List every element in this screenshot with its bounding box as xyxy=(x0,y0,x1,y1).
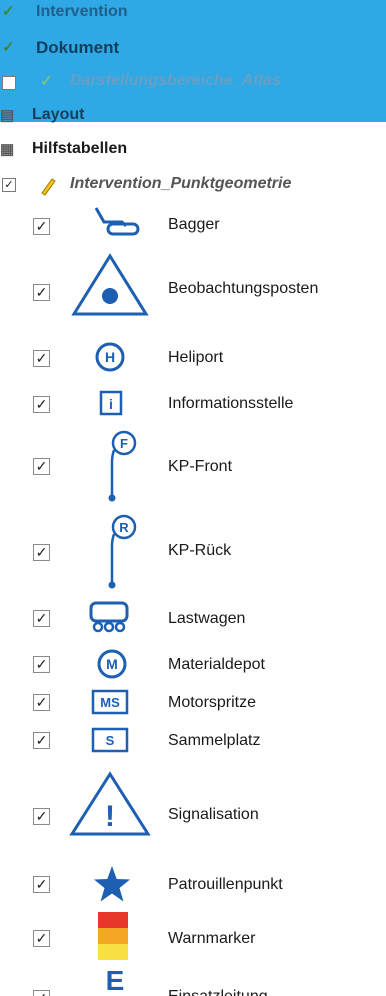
tree-item-darstellungsbereiche[interactable]: Darstellungsbereiche_Atlas xyxy=(70,72,281,90)
layer-row[interactable]: ✓ ! Signalisation xyxy=(0,768,386,840)
assembly-glyph: S xyxy=(106,733,115,748)
pump-glyph: MS xyxy=(100,695,120,710)
layer-check-icon: ✓ xyxy=(40,73,53,90)
warning-glyph: ! xyxy=(105,800,115,833)
visibility-checkbox[interactable]: ✓ xyxy=(33,694,50,711)
tree-item-label: Intervention xyxy=(36,3,128,20)
rear-glyph: R xyxy=(119,520,129,535)
table-icon: ▦ xyxy=(0,141,15,158)
layer-row[interactable]: ✓ Beobachtungsposten xyxy=(0,250,386,320)
warning-marker-icon xyxy=(98,912,128,960)
layer-row[interactable]: ✓ R KP-Rück xyxy=(0,510,386,590)
material-depot-icon: M xyxy=(97,649,127,679)
motor-pump-icon: MS xyxy=(91,689,129,715)
layer-check-icon: ✓ xyxy=(2,3,15,20)
visibility-checkbox[interactable]: ✓ xyxy=(33,656,50,673)
layer-row[interactable]: ✓ MS Motorspritze xyxy=(0,688,386,718)
visibility-checkbox[interactable]: ✓ xyxy=(33,930,50,947)
visibility-checkbox[interactable]: ✓ xyxy=(33,544,50,561)
layer-row[interactable]: ✓ S Sammelplatz xyxy=(0,726,386,756)
layer-label: Warnmarker xyxy=(168,930,256,947)
tree-item-label: Intervention_Punktgeometrie xyxy=(70,175,292,192)
visibility-checkbox[interactable] xyxy=(2,76,16,90)
tree-item-label: Layout xyxy=(32,106,85,123)
star-icon xyxy=(94,866,130,902)
heliport-glyph: H xyxy=(105,349,115,365)
warning-sign-icon: ! xyxy=(69,771,151,836)
operations-command-icon: E xyxy=(106,966,125,996)
layer-row[interactable]: ✓ i Informationsstelle xyxy=(0,384,386,420)
excavator-icon xyxy=(94,207,140,236)
information-point-icon: i xyxy=(99,390,123,416)
visibility-checkbox[interactable]: ✓ xyxy=(33,876,50,893)
observation-post-icon xyxy=(71,253,149,316)
tree-item-label: Dokument xyxy=(36,38,120,57)
heliport-icon: H xyxy=(95,342,125,372)
tree-item-dokument[interactable]: Dokument xyxy=(36,38,119,58)
layer-row[interactable]: ✓ H Heliport xyxy=(0,338,386,374)
layer-label: Signalisation xyxy=(168,806,259,823)
layer-label: Bagger xyxy=(168,216,220,233)
layer-label: Sammelplatz xyxy=(168,732,261,749)
tree-item-hilfstabellen[interactable]: Hilfstabellen xyxy=(32,140,127,158)
tree-item-label: Darstellungsbereiche_Atlas xyxy=(70,72,281,89)
assembly-point-icon: S xyxy=(91,727,129,753)
layer-label: Einsatzleitung xyxy=(168,988,268,996)
layer-label: Patrouillenpunkt xyxy=(168,876,283,893)
visibility-checkbox[interactable]: ✓ xyxy=(33,990,50,996)
visibility-checkbox[interactable]: ✓ xyxy=(33,396,50,413)
visibility-checkbox[interactable]: ✓ xyxy=(33,808,50,825)
visibility-checkbox[interactable]: ✓ xyxy=(33,284,50,301)
info-glyph: i xyxy=(109,396,113,412)
tree-item-intervention[interactable]: Intervention xyxy=(36,3,128,21)
command-glyph: E xyxy=(106,966,125,996)
command-post-front-icon: F xyxy=(108,430,137,502)
front-glyph: F xyxy=(120,436,128,451)
layer-label: Heliport xyxy=(168,349,224,366)
layer-row[interactable]: ✓ M Materialdepot xyxy=(0,648,386,680)
layer-row[interactable]: ✓ E Einsatzleitung xyxy=(0,966,386,996)
visibility-checkbox[interactable]: ✓ xyxy=(33,458,50,475)
layer-label: KP-Rück xyxy=(168,542,232,559)
visibility-checkbox[interactable]: ✓ xyxy=(33,610,50,627)
visibility-checkbox[interactable]: ✓ xyxy=(33,218,50,235)
layer-label: Beobachtungsposten xyxy=(168,280,319,297)
layer-row[interactable]: ✓ Bagger xyxy=(0,200,386,250)
layer-row[interactable]: ✓ Lastwagen xyxy=(0,598,386,638)
layer-check-icon: ✓ xyxy=(2,39,15,56)
layout-icon: ▤ xyxy=(0,107,15,124)
tree-item-label: Hilfstabellen xyxy=(32,140,128,157)
visibility-checkbox[interactable]: ✓ xyxy=(2,178,16,192)
layer-label: Materialdepot xyxy=(168,656,265,673)
pencil-icon xyxy=(41,178,56,196)
layer-label: Lastwagen xyxy=(168,610,246,627)
tree-item-intervention-punktgeometrie[interactable]: Intervention_Punktgeometrie xyxy=(70,175,291,193)
truck-icon xyxy=(89,601,129,633)
layer-label: Motorspritze xyxy=(168,694,257,711)
layer-label: KP-Front xyxy=(168,458,233,475)
visibility-checkbox[interactable]: ✓ xyxy=(33,350,50,367)
command-post-rear-icon: R xyxy=(108,514,137,589)
layer-row[interactable]: ✓ Warnmarker xyxy=(0,910,386,962)
layer-label: Informationsstelle xyxy=(168,395,294,412)
layer-row[interactable]: ✓ F KP-Front xyxy=(0,426,386,506)
depot-glyph: M xyxy=(106,656,118,672)
visibility-checkbox[interactable]: ✓ xyxy=(33,732,50,749)
layer-row[interactable]: ✓ Patrouillenpunkt xyxy=(0,860,386,904)
tree-item-layout[interactable]: Layout xyxy=(32,106,84,124)
